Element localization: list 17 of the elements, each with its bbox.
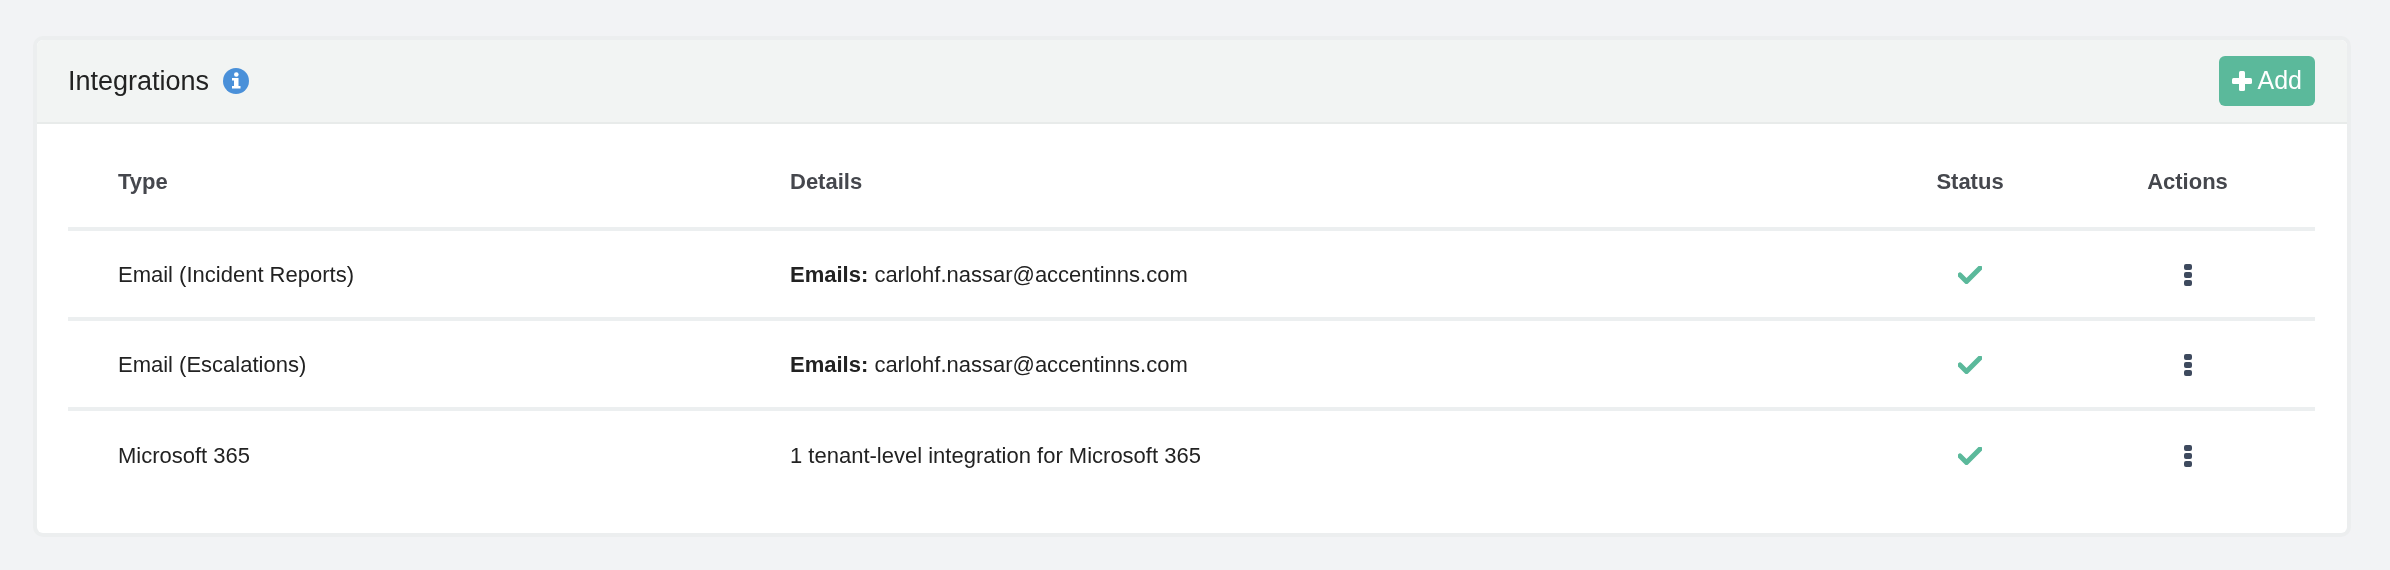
table-cell: Microsoft 365 [118,442,251,468]
table-cell: 1 tenant-level integration for Microsoft 365 [790,442,1201,468]
column-header: Actions [2147,169,2228,194]
panel-title: Integrations [68,64,210,98]
more-options-icon[interactable] [2183,353,2192,376]
table-cell: Emails: carlohf.nassar@accentinns.com [790,261,1188,287]
more-options-icon[interactable] [2183,263,2192,286]
table-cell: Email (Escalations) [118,351,307,377]
info-icon[interactable] [223,68,250,94]
column-header: Status [1936,169,2004,194]
add-button[interactable]: Add [2218,56,2315,106]
column-header: Details [790,169,863,194]
plus-icon [2231,71,2252,91]
more-options-icon[interactable] [2183,444,2192,467]
column-header: Type [118,169,168,194]
table-cell: Email (Incident Reports) [118,261,354,287]
table-cell: Emails: carlohf.nassar@accentinns.com [790,351,1188,377]
